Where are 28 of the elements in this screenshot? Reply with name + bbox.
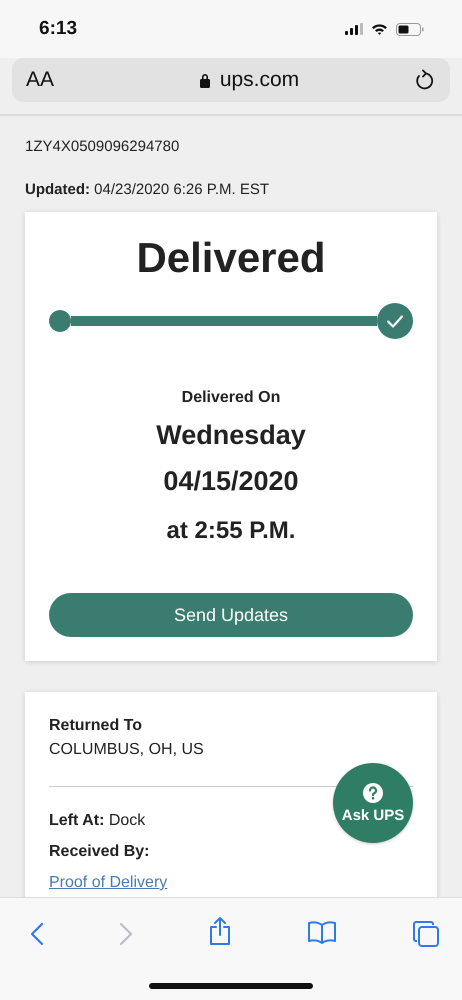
delivery-time: at 2:55 P.M. <box>166 517 296 545</box>
delivery-status: Delivered <box>135 234 327 282</box>
progress-start-dot <box>49 310 71 332</box>
delivery-date: 04/15/2020 <box>162 465 300 498</box>
updated-text: Updated: 04/23/2020 6:26 P.M. EST <box>25 181 270 198</box>
wifi-icon <box>371 22 388 36</box>
text-size-button[interactable]: AA <box>26 68 54 92</box>
delivery-day: Wednesday <box>49 417 413 453</box>
reload-icon[interactable] <box>414 69 434 91</box>
share-icon[interactable] <box>208 916 232 946</box>
tabs-icon[interactable] <box>412 920 440 948</box>
returned-to-label: Returned To <box>49 717 144 735</box>
delivered-on-label: Delivered On <box>180 389 282 407</box>
back-icon[interactable] <box>30 922 44 946</box>
send-updates-button[interactable]: Send Updates <box>49 593 413 637</box>
help-icon <box>363 782 383 802</box>
book-icon[interactable] <box>307 920 337 944</box>
returned-to-address: COLUMBUS, OH, US <box>49 741 205 759</box>
battery-icon <box>396 22 424 36</box>
proof-of-delivery-link[interactable]: Proof of Delivery <box>49 874 168 891</box>
left-at-text: Left At: Dock <box>49 812 146 830</box>
status-time: 6:13 <box>39 18 78 40</box>
received-by-label: Received By: <box>49 843 150 861</box>
tracking-number: 1ZY4X0509096294780 <box>25 138 180 155</box>
lock-icon <box>198 72 211 88</box>
address-bar[interactable]: AA ups.com <box>12 58 450 102</box>
url-text: ups.com <box>220 68 300 92</box>
signal-icon <box>345 23 363 35</box>
